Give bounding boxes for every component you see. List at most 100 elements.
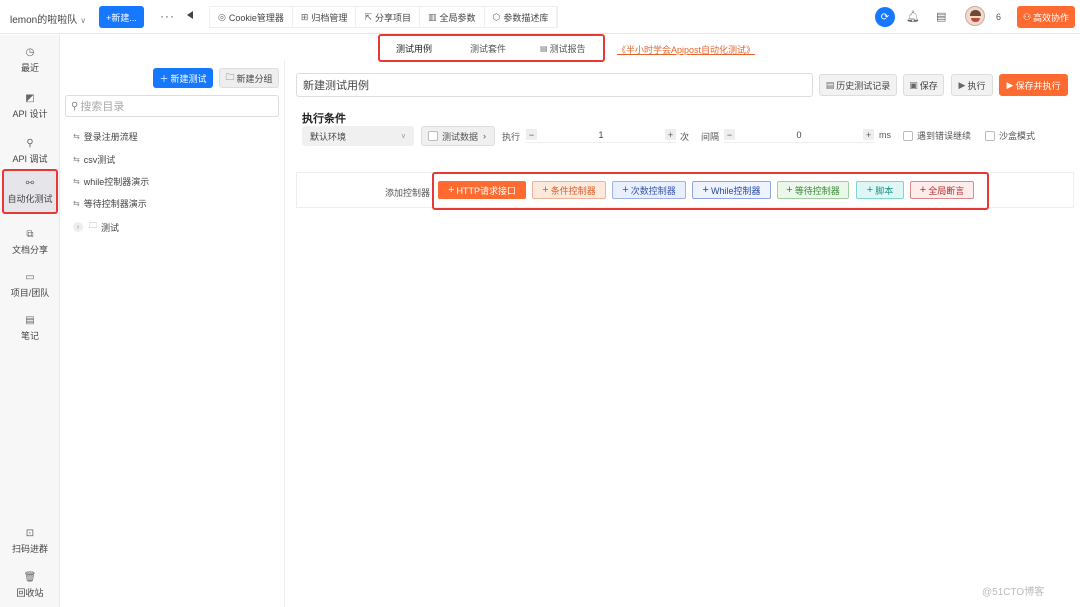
save-and-run-button[interactable]: ▶ 保存并执行 [999, 74, 1068, 96]
plus-icon: ＋ [159, 73, 169, 84]
share-icon: ⇱ [364, 11, 372, 22]
add-http-request-button[interactable]: + HTTP请求接口 [438, 181, 526, 199]
menu-param-library[interactable]: ⬡ 参数描述库 [485, 7, 558, 27]
test-tree-panel: ＋新建测试 🗀︎ 新建分组 ⚲ 搜索目录 ⇆ 登录注册流程 ⇆ csv测试 ⇆ while… [61, 60, 285, 607]
new-button[interactable]: +新建... [99, 6, 144, 28]
menu-global-params[interactable]: ▥ 全局参数 [420, 7, 485, 27]
add-wait-controller-button[interactable]: + 等待控制器 [777, 181, 849, 199]
collapse-arrow-icon[interactable] [187, 11, 193, 19]
new-group-button[interactable]: 🗀︎ 新建分组 [219, 68, 279, 88]
add-global-assert-button[interactable]: + 全局断言 [910, 181, 974, 199]
tutorial-link[interactable]: 《半小时学会Apipost自动化测试》 [617, 43, 755, 56]
collab-button[interactable]: ⚇ 高效协作 [1017, 6, 1075, 28]
save-icon: ▣ [909, 79, 918, 90]
menu-archive[interactable]: ⊞ 归档管理 [293, 7, 357, 27]
editor-tabs: 测试用例 测试套件 ▤ 测试报告 [378, 34, 605, 62]
menu-cookie-manager[interactable]: ◎ Cookie管理器 [210, 7, 293, 27]
plus-icon: + [866, 184, 874, 196]
menu-share-project[interactable]: ⇱ 分享项目 [356, 7, 420, 27]
minus-icon[interactable]: − [724, 129, 735, 140]
exec-label: 执行 [502, 132, 521, 142]
cube-icon: ⬡ [492, 11, 501, 22]
test-data-button[interactable]: 测试数据 › [421, 126, 495, 146]
search-input[interactable]: ⚲ 搜索目录 [65, 95, 279, 117]
chevron-right-icon[interactable]: › [73, 222, 83, 232]
plus-icon[interactable]: + [862, 129, 874, 140]
tree-item[interactable]: ⇆ while控制器演示 [73, 175, 149, 188]
sidebar-item-automation[interactable]: ⚯ 自动化测试 [2, 169, 58, 214]
api-debug-icon: ⚲ [26, 137, 34, 149]
sidebar-item-api-design[interactable]: ◩ API 设计 [0, 86, 60, 126]
add-count-controller-button[interactable]: + 次数控制器 [612, 181, 686, 199]
flow-icon: ⇆ [73, 155, 80, 164]
tree-item[interactable]: ⇆ 等待控制器演示 [73, 197, 147, 210]
plus-icon: + [542, 184, 549, 196]
top-menu: ◎ Cookie管理器 ⊞ 归档管理 ⇱ 分享项目 ▥ 全局参数 ⬡ 参数描述库 [209, 6, 559, 28]
team-selector[interactable]: lemon的啦啦队 ∨ [10, 11, 86, 26]
plus-icon: + [622, 184, 629, 196]
conditions-title: 执行条件 [302, 113, 346, 125]
sidebar-item-recent[interactable]: ◷ 最近 [0, 40, 60, 80]
sidebar-item-notes[interactable]: ▤ 笔记 [0, 308, 60, 348]
checkbox[interactable] [985, 130, 995, 141]
save-button[interactable]: ▣ 保存 [903, 74, 944, 96]
chevron-down-icon: ∨ [400, 133, 406, 140]
plus-icon[interactable]: + [664, 129, 676, 140]
sidebar-item-trash[interactable]: 🗑︎ 回收站 [0, 565, 60, 605]
add-controller-label: 添加控制器 [385, 188, 431, 198]
bell-icon[interactable]: 🔔︎ [906, 10, 920, 23]
ms-unit: ms [879, 130, 891, 140]
watermark: @51CTO博客 [982, 587, 1045, 598]
avatar[interactable] [965, 6, 985, 26]
test-case-name-input[interactable]: 新建测试用例 [296, 73, 813, 97]
plus-icon: + [786, 184, 793, 196]
times-unit: 次 [680, 132, 690, 142]
top-bar: lemon的啦啦队 ∨ +新建... ··· ◎ Cookie管理器 ⊞ 归档管理 ⇱… [0, 0, 1080, 34]
member-count: 6 [996, 12, 1002, 22]
plus-icon: + [919, 184, 927, 196]
tab-test-suite[interactable]: 测试套件 [470, 42, 506, 55]
run-button[interactable]: ▶ 执行 [951, 74, 993, 96]
params-icon: ▥ [428, 11, 437, 22]
play-icon: ▶ [1006, 79, 1014, 90]
team-name: lemon的啦啦队 [10, 15, 78, 26]
checkbox[interactable] [903, 130, 913, 141]
clock-icon: ◷ [25, 46, 35, 58]
more-icon[interactable]: ··· [160, 9, 175, 23]
tab-test-report[interactable]: ▤ 测试报告 [540, 42, 586, 55]
sidebar-item-api-debug[interactable]: ⚲ API 调试 [0, 131, 60, 171]
search-icon: ⚲ [71, 100, 79, 112]
history-button[interactable]: ▤ 历史测试记录 [819, 74, 897, 96]
history-icon: ▤ [825, 79, 835, 90]
chevron-down-icon: ∨ [80, 16, 87, 25]
note-icon: ▤ [25, 314, 35, 326]
folder-icon: 🗀︎ [89, 221, 97, 230]
sidebar-item-team[interactable]: ▭ 项目/团队 [0, 265, 60, 305]
sidebar-item-qrcode[interactable]: ⊡ 扫码进群 [0, 521, 60, 561]
tree-item[interactable]: ⇆ 登录注册流程 [73, 130, 138, 143]
add-while-controller-button[interactable]: + While控制器 [692, 181, 771, 199]
notes-icon[interactable]: ▤ [936, 10, 946, 23]
plus-icon: + [702, 184, 709, 196]
minus-icon[interactable]: − [526, 129, 537, 140]
sidebar-item-doc-share[interactable]: ⧉ 文档分享 [0, 222, 60, 262]
add-script-button[interactable]: + 脚本 [856, 181, 904, 199]
tree-item[interactable]: ⇆ csv测试 [73, 153, 115, 166]
qrcode-icon: ⊡ [25, 527, 35, 539]
user-icon: ⚇ [1022, 11, 1032, 22]
tab-test-case[interactable]: 测试用例 [396, 42, 432, 55]
continue-on-error-checkbox[interactable]: 遇到错误继续 [903, 129, 971, 142]
folder-icon: 🗀︎ [225, 72, 235, 82]
new-test-button[interactable]: ＋新建测试 [153, 68, 213, 88]
flow-icon: ⇆ [73, 199, 80, 208]
exec-count-stepper[interactable]: −1 + [526, 127, 676, 143]
flow-icon: ⇆ [73, 132, 80, 141]
sync-icon[interactable]: ⟳ [875, 7, 895, 27]
add-condition-controller-button[interactable]: + 条件控制器 [532, 181, 606, 199]
tree-folder[interactable]: › 🗀︎ 测试 [73, 220, 119, 234]
environment-select[interactable]: 默认环境 ∨ [302, 126, 414, 146]
sandbox-checkbox[interactable]: 沙盒模式 [985, 129, 1035, 142]
checkbox[interactable] [428, 131, 438, 141]
interval-stepper[interactable]: −0 + [724, 127, 874, 143]
sidebar: ◷ 最近 ◩ API 设计 ⚲ API 调试 ⚯ 自动化测试 ⧉ 文档分享 ▭ 项目/团队 … [0, 35, 60, 607]
